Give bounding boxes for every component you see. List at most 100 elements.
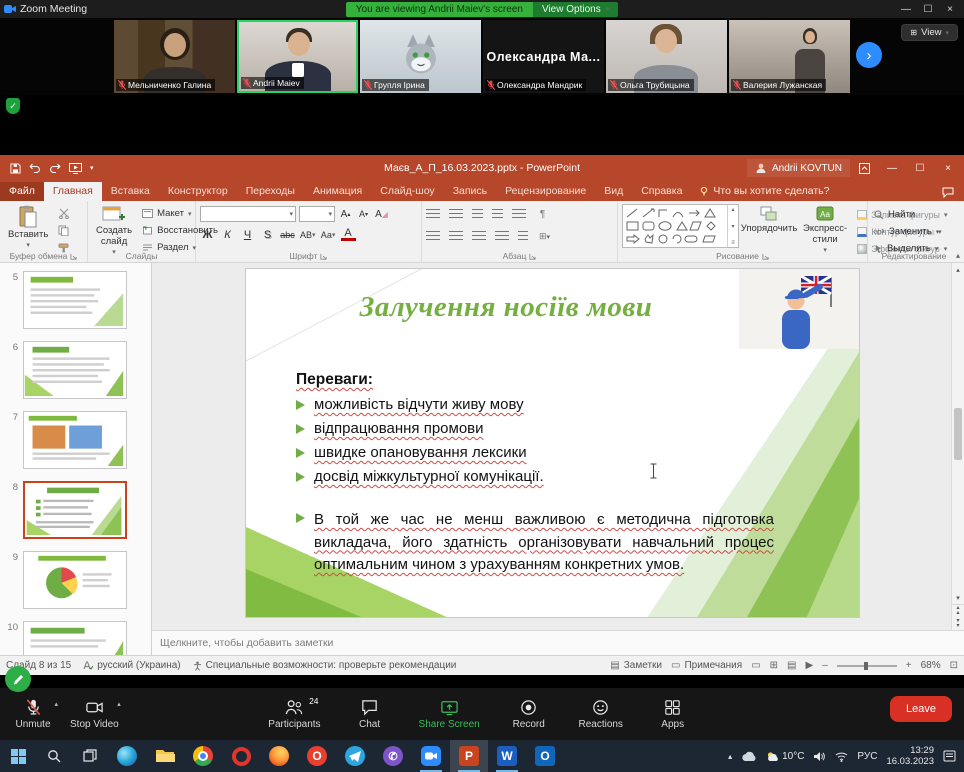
zoom-slider-knob[interactable] xyxy=(864,662,868,670)
slide-thumbnail-10[interactable] xyxy=(23,621,127,655)
slide-thumbnail-5[interactable] xyxy=(23,271,127,329)
find-button[interactable]: Найти xyxy=(872,207,941,222)
taskbar-icon-red-app[interactable]: O xyxy=(298,740,336,772)
slide-thumbnail-9[interactable] xyxy=(23,551,127,609)
scrollbar-thumb[interactable] xyxy=(954,408,962,460)
tab-view[interactable]: Вид xyxy=(595,182,632,201)
slide-sorter-view-icon[interactable]: ⊞ xyxy=(770,660,778,671)
taskbar-icon-zoom[interactable] xyxy=(412,740,450,772)
scroll-down-icon[interactable]: ▾ xyxy=(952,591,964,604)
arrange-button[interactable]: Упорядочить xyxy=(743,204,795,236)
tab-insert[interactable]: Вставка xyxy=(102,182,159,201)
taskbar-icon-file-explorer[interactable] xyxy=(146,740,184,772)
increase-indent-icon[interactable] xyxy=(492,209,503,220)
grow-font-button[interactable]: А▴ xyxy=(338,207,353,222)
video-tile-hruplia[interactable]: Групля Ірина xyxy=(360,20,481,93)
text-shadow-button[interactable]: S xyxy=(260,227,275,242)
notes-pane[interactable]: Щелкните, чтобы добавить заметки xyxy=(152,630,964,655)
smartart-convert-icon[interactable]: ⊞▾ xyxy=(537,229,552,244)
taskbar-icon-telegram[interactable] xyxy=(336,740,374,772)
video-options-caret[interactable]: ▴ xyxy=(117,700,121,708)
replace-button[interactable]: abЗаменить▾ xyxy=(872,224,941,239)
apps-button[interactable]: Apps xyxy=(650,698,696,730)
taskbar-icon-opera[interactable] xyxy=(222,740,260,772)
align-center-icon[interactable] xyxy=(449,231,463,242)
columns-icon[interactable] xyxy=(518,231,528,242)
align-right-icon[interactable] xyxy=(472,231,486,242)
notes-toggle[interactable]: ▤Заметки xyxy=(610,660,662,671)
tab-transitions[interactable]: Переходы xyxy=(237,182,304,201)
numbering-icon[interactable] xyxy=(449,209,463,220)
underline-button[interactable]: Ч xyxy=(240,227,255,242)
view-options-button[interactable]: View Options▾ xyxy=(533,2,618,17)
video-tile-melnychenko[interactable]: Мельниченко Галина xyxy=(114,20,235,93)
taskbar-icon-edge[interactable] xyxy=(108,740,146,772)
start-button[interactable] xyxy=(0,740,36,772)
tab-help[interactable]: Справка xyxy=(632,182,691,201)
video-tile-luzhanska[interactable]: Валерия Лужанская xyxy=(729,20,850,93)
ppt-restore-button[interactable]: ☐ xyxy=(906,155,934,181)
bold-button[interactable]: Ж xyxy=(200,227,215,242)
onedrive-cloud-icon[interactable] xyxy=(741,751,757,762)
previous-slide-button[interactable]: ▴▴ xyxy=(952,604,964,617)
stop-video-button[interactable]: Stop Video▴ xyxy=(70,698,119,730)
scroll-up-icon[interactable]: ▴ xyxy=(952,263,964,276)
taskbar-search-button[interactable] xyxy=(36,740,72,772)
video-tile-trubitsyna[interactable]: Ольга Трубицына xyxy=(606,20,727,93)
taskbar-icon-outlook[interactable]: O xyxy=(526,740,564,772)
tab-file[interactable]: Файл xyxy=(0,182,44,201)
leave-button[interactable]: Leave xyxy=(890,696,952,722)
next-participants-arrow[interactable]: › xyxy=(856,42,882,68)
redo-icon[interactable] xyxy=(49,163,61,173)
reading-view-icon[interactable]: ▤ xyxy=(787,660,796,671)
ppt-close-button[interactable]: × xyxy=(934,155,962,181)
video-tile-mandryk[interactable]: Олександра Ма... Олександра Мандрик xyxy=(483,20,604,93)
action-center-icon[interactable] xyxy=(943,750,956,762)
weather-widget[interactable]: 10°C xyxy=(766,751,804,762)
new-slide-button[interactable]: Создать слайд▾ xyxy=(92,204,136,258)
zoom-view-button[interactable]: ⊞ View▾ xyxy=(901,24,958,41)
volume-icon[interactable] xyxy=(813,751,826,762)
tray-expand-icon[interactable]: ▴ xyxy=(728,752,732,761)
comments-icon[interactable] xyxy=(932,187,964,201)
next-slide-button[interactable]: ▾▾ xyxy=(952,617,964,630)
normal-view-icon[interactable]: ▭ xyxy=(751,660,760,671)
comments-toggle[interactable]: ▭Примечания xyxy=(671,660,742,671)
participants-button[interactable]: 24 Participants xyxy=(268,698,320,730)
slide-thumbnail-8-selected[interactable] xyxy=(23,481,127,539)
dialog-launcher-icon[interactable] xyxy=(70,253,77,260)
zoom-percentage[interactable]: 68% xyxy=(921,660,941,671)
ppt-minimize-button[interactable]: — xyxy=(878,155,906,181)
taskbar-icon-firefox[interactable] xyxy=(260,740,298,772)
save-icon[interactable] xyxy=(10,163,21,174)
tell-me-search[interactable]: Что вы хотите сделать? xyxy=(691,185,837,201)
fit-slide-icon[interactable]: ⊡ xyxy=(950,660,958,671)
shape-gallery-scroll[interactable]: ▴▾≡ xyxy=(727,205,738,247)
security-shield-icon[interactable]: ✓ xyxy=(6,98,20,114)
slide-thumbnail-7[interactable] xyxy=(23,411,127,469)
record-button[interactable]: Record xyxy=(506,698,552,730)
strikethrough-button[interactable]: abc xyxy=(280,227,295,242)
annotation-pencil-button[interactable] xyxy=(5,666,31,692)
slide-editor-canvas[interactable]: Залучення носіїв мови Переваги: можливіс… xyxy=(152,263,964,630)
shape-gallery[interactable]: ▴▾≡ xyxy=(622,204,739,248)
line-spacing-icon[interactable] xyxy=(512,209,526,220)
network-wifi-icon[interactable] xyxy=(835,751,848,762)
taskbar-clock[interactable]: 13:29 16.03.2023 xyxy=(886,745,934,768)
zoom-maximize-button[interactable]: ☐ xyxy=(918,4,938,15)
task-view-button[interactable] xyxy=(72,740,108,772)
start-slideshow-icon[interactable] xyxy=(69,163,82,174)
taskbar-icon-powerpoint[interactable]: P xyxy=(450,740,488,772)
accessibility-checker[interactable]: Специальные возможности: проверьте реком… xyxy=(193,660,457,671)
cut-icon[interactable] xyxy=(56,206,72,221)
tab-review[interactable]: Рецензирование xyxy=(496,182,595,201)
shrink-font-button[interactable]: А▾ xyxy=(356,207,371,222)
slide-thumbnail-6[interactable] xyxy=(23,341,127,399)
video-tile-maiev[interactable]: Andrii Maiev xyxy=(237,20,358,93)
zoom-in-icon[interactable]: + xyxy=(906,660,912,671)
align-left-icon[interactable] xyxy=(426,231,440,242)
chat-button[interactable]: Chat xyxy=(347,698,393,730)
language-indicator[interactable]: РУС xyxy=(857,751,877,762)
decrease-indent-icon[interactable] xyxy=(472,209,483,220)
slideshow-view-icon[interactable]: ▶ xyxy=(805,660,813,671)
